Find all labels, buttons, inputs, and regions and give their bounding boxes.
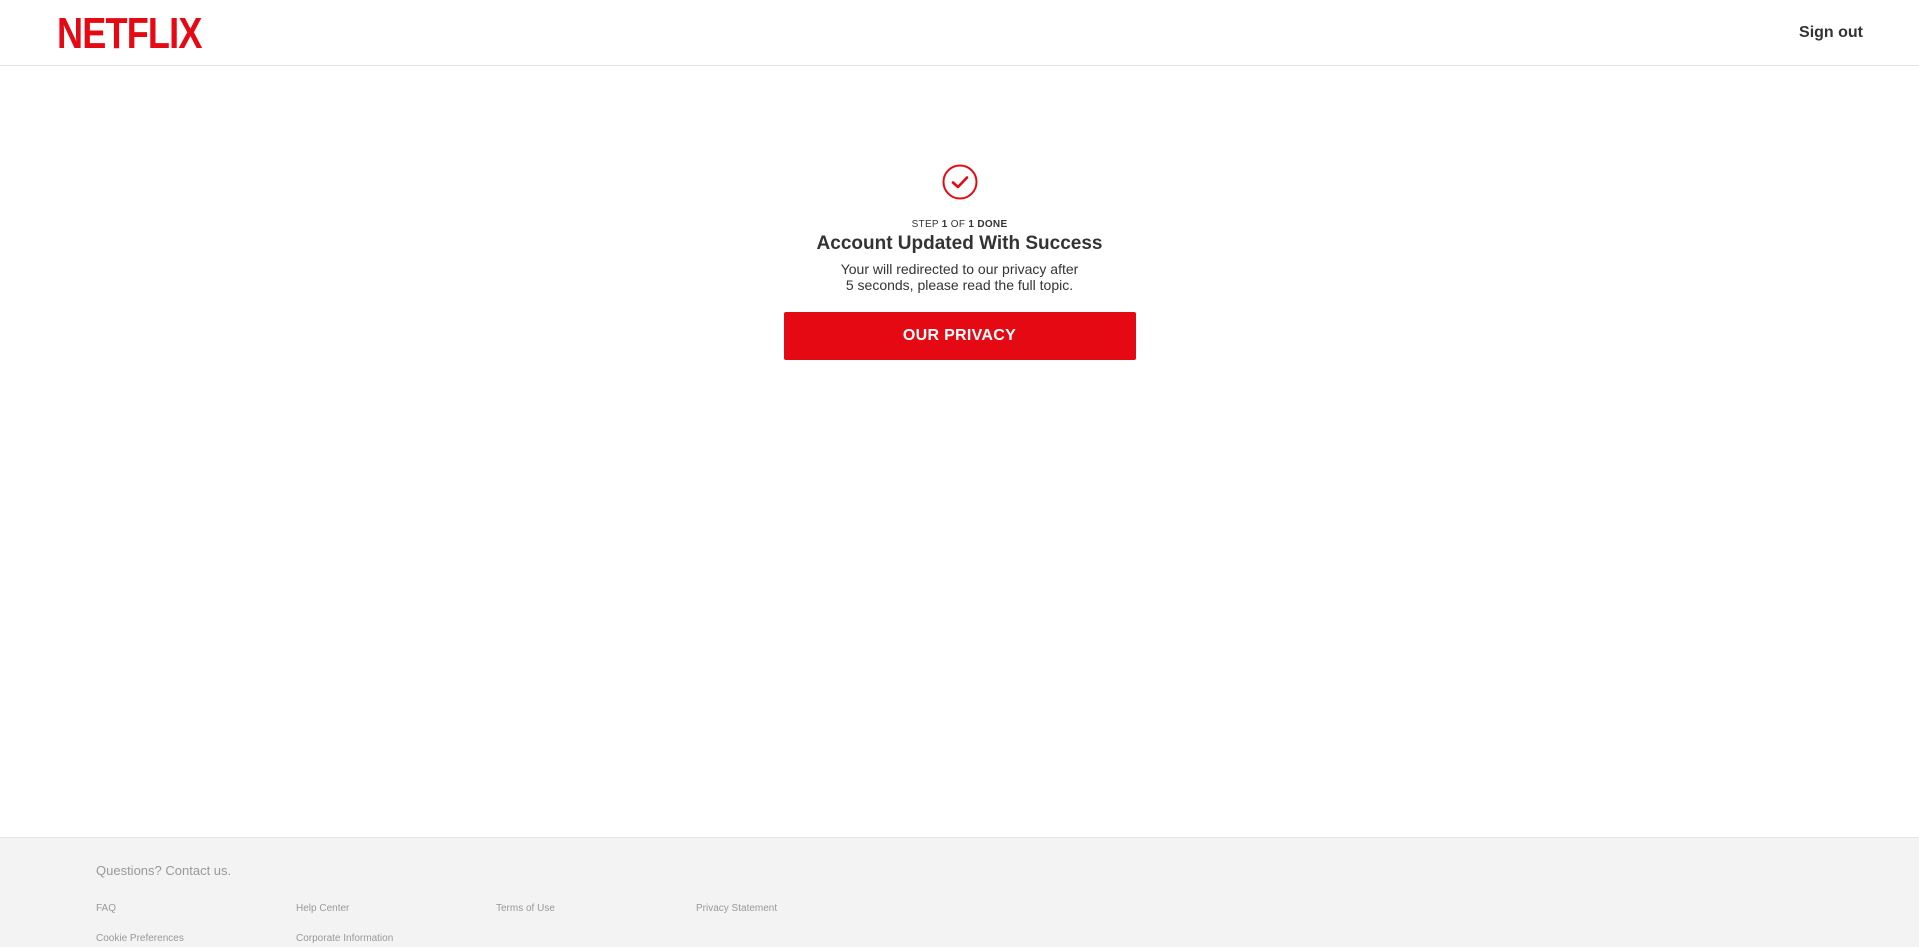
footer-link-item: Cookie Preferences bbox=[96, 928, 296, 946]
privacy-statement-link[interactable]: Privacy Statement bbox=[696, 903, 777, 914]
step-indicator: STEP 1 OF 1 DONE bbox=[912, 219, 1008, 230]
footer-link-item: Corporate Information bbox=[296, 928, 496, 946]
footer-link-item: Terms of Use bbox=[496, 898, 696, 916]
our-privacy-button[interactable]: OUR PRIVACY bbox=[783, 312, 1136, 360]
page: NETFLIX Sign out STEP 1 OF 1 DONE Accoun… bbox=[0, 0, 1919, 947]
redirect-message-line-2: 5 seconds, please read the full topic. bbox=[845, 277, 1074, 293]
sign-out-link[interactable]: Sign out bbox=[1799, 24, 1863, 42]
footer-link-item: FAQ bbox=[96, 898, 296, 916]
header: NETFLIX Sign out bbox=[0, 0, 1919, 66]
success-panel: STEP 1 OF 1 DONE Account Updated With Su… bbox=[0, 164, 1919, 360]
contact-us-link[interactable]: Questions? Contact us. bbox=[96, 863, 231, 878]
cookie-preferences-link[interactable]: Cookie Preferences bbox=[96, 933, 184, 944]
help-center-link[interactable]: Help Center bbox=[296, 903, 349, 914]
corporate-information-link[interactable]: Corporate Information bbox=[296, 933, 393, 944]
step-total: 1 bbox=[968, 219, 975, 230]
redirect-message: Your will redirected to our privacy afte… bbox=[830, 261, 1090, 293]
redirect-message-line-1: Your will redirected to our privacy afte… bbox=[840, 261, 1079, 277]
check-circle-icon bbox=[942, 164, 977, 200]
step-prefix: STEP bbox=[911, 219, 939, 230]
step-current: 1 bbox=[941, 219, 948, 230]
netflix-logo[interactable]: NETFLIX bbox=[57, 11, 202, 56]
footer-link-item: Privacy Statement bbox=[696, 898, 896, 916]
footer-links: FAQ Help Center Terms of Use Privacy Sta… bbox=[96, 898, 1919, 946]
footer-link-item: Help Center bbox=[296, 898, 496, 916]
page-title: Account Updated With Success bbox=[816, 233, 1103, 254]
footer: Questions? Contact us. FAQ Help Center T… bbox=[0, 837, 1919, 947]
faq-link[interactable]: FAQ bbox=[96, 903, 116, 914]
step-of: OF bbox=[950, 219, 966, 230]
terms-of-use-link[interactable]: Terms of Use bbox=[496, 903, 555, 914]
main-content: STEP 1 OF 1 DONE Account Updated With Su… bbox=[0, 66, 1919, 837]
step-suffix: DONE bbox=[977, 219, 1008, 230]
